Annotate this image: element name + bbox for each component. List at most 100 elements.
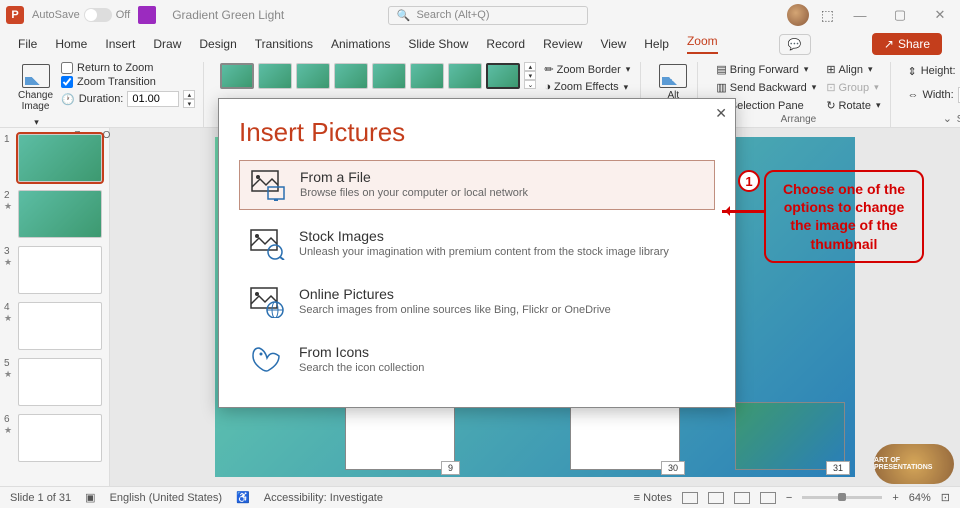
zoom-frame[interactable]: 9 (345, 402, 455, 470)
zoom-level[interactable]: 64% (909, 492, 931, 504)
zoom-border-button[interactable]: ✏ Zoom Border (542, 62, 632, 77)
toggle-switch[interactable] (84, 8, 112, 22)
slide-counter[interactable]: Slide 1 of 31 (10, 492, 71, 504)
option-from-file[interactable]: From a File Browse files on your compute… (239, 160, 715, 210)
minimize-button[interactable]: — (846, 5, 874, 25)
option-stock-images[interactable]: Stock Images Unleash your imagination wi… (239, 220, 715, 268)
title-bar: P AutoSave Off Gradient Green Light 🔍 Se… (0, 0, 960, 30)
group-button[interactable]: ⊡ Group (824, 80, 882, 95)
app-icon: P (6, 6, 24, 24)
rotate-button[interactable]: ↻ Rotate (824, 98, 882, 113)
stock-images-icon (249, 228, 285, 260)
maximize-button[interactable]: ▢ (886, 5, 914, 25)
change-image-button[interactable]: Change Image (16, 62, 55, 130)
close-button[interactable]: ✕ (926, 5, 954, 25)
tab-insert[interactable]: Insert (105, 37, 135, 51)
search-input[interactable]: 🔍 Search (Alt+Q) (388, 6, 588, 25)
accessibility-status[interactable]: Accessibility: Investigate (264, 492, 383, 504)
tab-animations[interactable]: Animations (331, 37, 390, 51)
zoom-effects-button[interactable]: ◑ Zoom Effects (542, 80, 632, 94)
style-thumb[interactable] (448, 63, 482, 89)
tab-design[interactable]: Design (199, 37, 236, 51)
comments-button[interactable]: 💬 (779, 34, 811, 55)
accessibility-check-icon: ▣ (85, 491, 95, 504)
tab-transitions[interactable]: Transitions (255, 37, 313, 51)
zoom-frame[interactable]: 30 (570, 402, 680, 470)
search-placeholder: Search (Alt+Q) (416, 9, 489, 21)
zoom-out-button[interactable]: − (786, 492, 792, 504)
zoom-style-gallery[interactable]: ▴▾⌄ (220, 62, 536, 89)
option-desc: Browse files on your computer or local n… (300, 187, 528, 199)
icons-icon (249, 344, 285, 376)
send-backward-button[interactable]: ▥ Send Backward (714, 80, 818, 95)
annotation-arrow (722, 210, 764, 213)
align-button[interactable]: ⊞ Align (824, 62, 882, 77)
collapse-ribbon-icon[interactable]: ⌄ (943, 112, 952, 125)
tab-view[interactable]: View (600, 37, 626, 51)
autosave-toggle[interactable]: AutoSave Off (32, 8, 130, 22)
style-thumb[interactable] (410, 63, 444, 89)
search-icon: 🔍 (397, 9, 411, 22)
duration-down[interactable]: ▾ (183, 99, 195, 108)
return-to-zoom-checkbox[interactable]: Return to Zoom (61, 62, 195, 74)
option-title: From a File (300, 169, 528, 185)
slide-thumbnail[interactable]: 4★ (4, 302, 105, 350)
normal-view-icon[interactable] (682, 492, 698, 504)
save-icon[interactable] (138, 6, 156, 24)
slide-thumbnail[interactable]: 2★ (4, 190, 105, 238)
option-desc: Search images from online sources like B… (299, 304, 611, 316)
tab-file[interactable]: File (18, 37, 37, 51)
option-title: Online Pictures (299, 286, 611, 302)
tab-zoom[interactable]: Zoom (687, 34, 718, 54)
tab-home[interactable]: Home (55, 37, 87, 51)
dialog-close-button[interactable]: ✕ (715, 105, 727, 122)
style-thumb[interactable] (372, 63, 406, 89)
width-label: Width: (922, 89, 953, 101)
tab-slideshow[interactable]: Slide Show (408, 37, 468, 51)
slide-thumbnail[interactable]: 1 (4, 134, 105, 182)
file-icon (250, 169, 286, 201)
accessibility-icon: ♿ (236, 491, 250, 504)
option-desc: Search the icon collection (299, 362, 424, 374)
zoom-transition-checkbox[interactable]: Zoom Transition (61, 76, 195, 88)
fit-to-window-button[interactable]: ⊡ (941, 491, 950, 504)
zoom-frame[interactable]: 31 (735, 402, 845, 470)
slide-thumbnail[interactable]: 5★ (4, 358, 105, 406)
notes-button[interactable]: ≡ Notes (634, 492, 672, 504)
tab-draw[interactable]: Draw (153, 37, 181, 51)
user-avatar[interactable] (787, 4, 809, 26)
option-from-icons[interactable]: From Icons Search the icon collection (239, 336, 715, 384)
width-icon: ⇔ (907, 89, 918, 101)
duration-input[interactable] (127, 91, 179, 107)
share-button[interactable]: ↗ Share (872, 33, 942, 55)
insert-pictures-dialog: ✕ Insert Pictures From a File Browse fil… (218, 98, 736, 408)
style-thumb[interactable] (220, 63, 254, 89)
height-label: Height: (921, 65, 956, 77)
slideshow-view-icon[interactable] (760, 492, 776, 504)
gallery-down[interactable]: ▾ (524, 71, 536, 80)
bring-forward-button[interactable]: ▤ Bring Forward (714, 62, 818, 77)
duration-label: Duration: (79, 93, 124, 105)
slide-thumbnail-panel[interactable]: 1 2★ 3★ 4★ 5★ 6★ (0, 128, 110, 486)
style-thumb[interactable] (296, 63, 330, 89)
style-thumb[interactable] (258, 63, 292, 89)
tab-review[interactable]: Review (543, 37, 582, 51)
style-thumb[interactable] (486, 63, 520, 89)
online-pictures-icon (249, 286, 285, 318)
gallery-more[interactable]: ⌄ (524, 80, 536, 89)
gallery-up[interactable]: ▴ (524, 62, 536, 71)
style-thumb[interactable] (334, 63, 368, 89)
tab-help[interactable]: Help (644, 37, 669, 51)
height-icon: ⇕ (907, 65, 916, 78)
zoom-slider[interactable] (802, 496, 882, 499)
sorter-view-icon[interactable] (708, 492, 724, 504)
reading-view-icon[interactable] (734, 492, 750, 504)
slide-thumbnail[interactable]: 6★ (4, 414, 105, 462)
ribbon-mode-icon[interactable]: ⬚ (821, 7, 834, 24)
language-status[interactable]: English (United States) (110, 492, 223, 504)
tab-record[interactable]: Record (486, 37, 525, 51)
zoom-in-button[interactable]: + (892, 492, 898, 504)
option-online-pictures[interactable]: Online Pictures Search images from onlin… (239, 278, 715, 326)
duration-up[interactable]: ▴ (183, 90, 195, 99)
slide-thumbnail[interactable]: 3★ (4, 246, 105, 294)
